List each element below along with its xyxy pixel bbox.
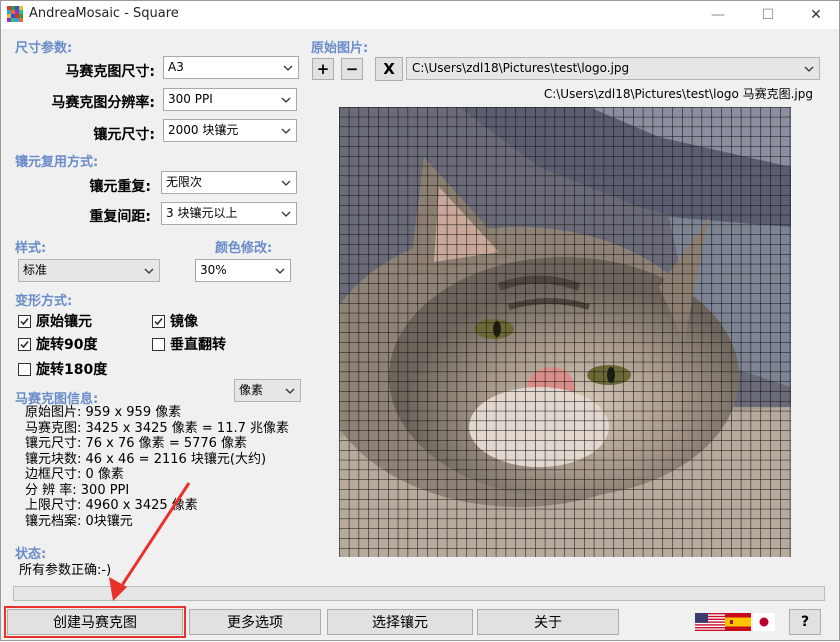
original-image-heading: 原始图片: bbox=[311, 41, 369, 56]
tile-size-value: 2000 块镶元 bbox=[168, 123, 239, 137]
checkbox-checked-icon bbox=[152, 314, 165, 328]
checkbox-rotate-180[interactable]: 旋转180度 bbox=[18, 359, 107, 379]
reuse-heading: 镶元复用方式: bbox=[15, 155, 99, 170]
chevron-down-icon bbox=[281, 57, 295, 78]
style-select[interactable]: 标准 bbox=[18, 259, 160, 282]
checkbox-unchecked-icon bbox=[18, 362, 31, 376]
title-bar: AndreaMosaic - Square — ☐ ✕ bbox=[1, 1, 839, 29]
style-value: 标准 bbox=[23, 263, 48, 277]
app-window: AndreaMosaic - Square — ☐ ✕ 尺寸参数: 马赛克图尺寸… bbox=[0, 0, 840, 641]
distance-label: 重复间距: bbox=[89, 209, 151, 225]
transform-heading: 变形方式: bbox=[15, 294, 73, 309]
checkbox-label: 垂直翻转 bbox=[170, 337, 226, 353]
mosaic-size-value: A3 bbox=[168, 60, 184, 74]
checkbox-label: 旋转180度 bbox=[36, 362, 108, 378]
checkbox-unchecked-icon bbox=[152, 337, 165, 351]
unit-value: 像素 bbox=[239, 383, 264, 397]
checkbox-original-tile[interactable]: 原始镶元 bbox=[18, 311, 92, 331]
window-title: AndreaMosaic - Square bbox=[29, 6, 179, 21]
checkbox-label: 旋转90度 bbox=[36, 337, 98, 353]
about-button[interactable]: 关于 bbox=[477, 609, 619, 635]
select-tiles-button[interactable]: 选择镶元 bbox=[327, 609, 473, 635]
status-text: 所有参数正确:-) bbox=[19, 563, 112, 578]
clear-image-button[interactable]: X bbox=[375, 57, 403, 81]
close-button[interactable]: ✕ bbox=[793, 1, 839, 29]
create-mosaic-button[interactable]: 创建马赛克图 bbox=[7, 609, 183, 635]
info-line: 镶元块数: 46 x 46 = 2116 块镶元(大约) bbox=[25, 451, 267, 467]
tile-size-select[interactable]: 2000 块镶元 bbox=[163, 119, 297, 142]
maximize-button[interactable]: ☐ bbox=[745, 1, 791, 29]
resolution-value: 300 PPI bbox=[168, 92, 213, 106]
us-flag-icon[interactable] bbox=[695, 613, 725, 631]
chevron-down-icon bbox=[273, 260, 287, 281]
output-path: C:\Users\zdl18\Pictures\test\logo 马赛克图.j… bbox=[543, 87, 813, 101]
repeat-select[interactable]: 无限次 bbox=[161, 171, 297, 194]
repeat-label: 镶元重复: bbox=[89, 179, 151, 195]
japan-flag-icon[interactable] bbox=[753, 613, 775, 631]
app-icon bbox=[7, 6, 23, 22]
chevron-down-icon bbox=[279, 203, 293, 224]
info-line: 上限尺寸: 4960 x 3425 像素 bbox=[25, 498, 198, 513]
unit-select[interactable]: 像素 bbox=[234, 379, 301, 402]
checkbox-checked-icon bbox=[18, 337, 31, 351]
resolution-label: 马赛克图分辨率: bbox=[51, 95, 155, 111]
chevron-down-icon bbox=[279, 89, 293, 110]
spain-flag-icon[interactable] bbox=[725, 613, 751, 631]
style-heading: 样式: bbox=[15, 241, 47, 256]
repeat-value: 无限次 bbox=[166, 175, 203, 189]
mosaic-info-list: 原始图片: 959 x 959 像素 马赛克图: 3425 x 3425 像素 … bbox=[25, 405, 289, 529]
tile-size-label: 镶元尺寸: bbox=[93, 127, 155, 143]
remove-image-button[interactable]: − bbox=[341, 58, 363, 80]
info-line: 分 辨 率: 300 PPI bbox=[25, 482, 130, 498]
more-options-button[interactable]: 更多选项 bbox=[189, 609, 321, 635]
original-path-value: C:\Users\zdl18\Pictures\test\logo.jpg bbox=[412, 61, 630, 75]
checkbox-mirror[interactable]: 镜像 bbox=[152, 311, 198, 331]
info-line: 镶元尺寸: 76 x 76 像素 = 5776 像素 bbox=[25, 436, 248, 451]
checkbox-checked-icon bbox=[18, 314, 31, 328]
color-modify-value: 30% bbox=[200, 263, 227, 277]
minimize-button[interactable]: — bbox=[695, 1, 741, 29]
chevron-down-icon bbox=[279, 172, 293, 193]
chevron-down-icon bbox=[283, 380, 297, 401]
info-line: 镶元档案: 0块镶元 bbox=[25, 513, 133, 529]
original-path-select[interactable]: C:\Users\zdl18\Pictures\test\logo.jpg bbox=[406, 57, 820, 80]
info-line: 原始图片: 959 x 959 像素 bbox=[25, 405, 182, 420]
chevron-down-icon bbox=[279, 120, 293, 141]
cat-photo-image bbox=[339, 107, 791, 557]
mosaic-size-label: 马赛克图尺寸: bbox=[65, 64, 155, 80]
progress-bar bbox=[13, 586, 825, 601]
size-params-heading: 尺寸参数: bbox=[15, 41, 73, 56]
mosaic-preview bbox=[339, 107, 791, 557]
color-modify-select[interactable]: 30% bbox=[195, 259, 291, 282]
distance-value: 3 块镶元以上 bbox=[166, 206, 238, 220]
info-line: 边框尺寸: 0 像素 bbox=[25, 467, 124, 482]
resolution-select[interactable]: 300 PPI bbox=[163, 88, 297, 111]
help-button[interactable]: ? bbox=[789, 609, 821, 635]
checkbox-vertical-flip[interactable]: 垂直翻转 bbox=[152, 334, 226, 354]
color-modify-heading: 颜色修改: bbox=[215, 241, 273, 256]
distance-select[interactable]: 3 块镶元以上 bbox=[161, 202, 297, 225]
checkbox-label: 镜像 bbox=[170, 314, 198, 330]
checkbox-rotate-90[interactable]: 旋转90度 bbox=[18, 334, 97, 354]
checkbox-label: 原始镶元 bbox=[36, 314, 92, 330]
add-image-button[interactable]: + bbox=[312, 58, 334, 80]
chevron-down-icon bbox=[142, 260, 156, 281]
chevron-down-icon bbox=[802, 58, 816, 79]
mosaic-size-select[interactable]: A3 bbox=[163, 56, 299, 79]
info-line: 马赛克图: 3425 x 3425 像素 = 11.7 兆像素 bbox=[25, 420, 290, 436]
